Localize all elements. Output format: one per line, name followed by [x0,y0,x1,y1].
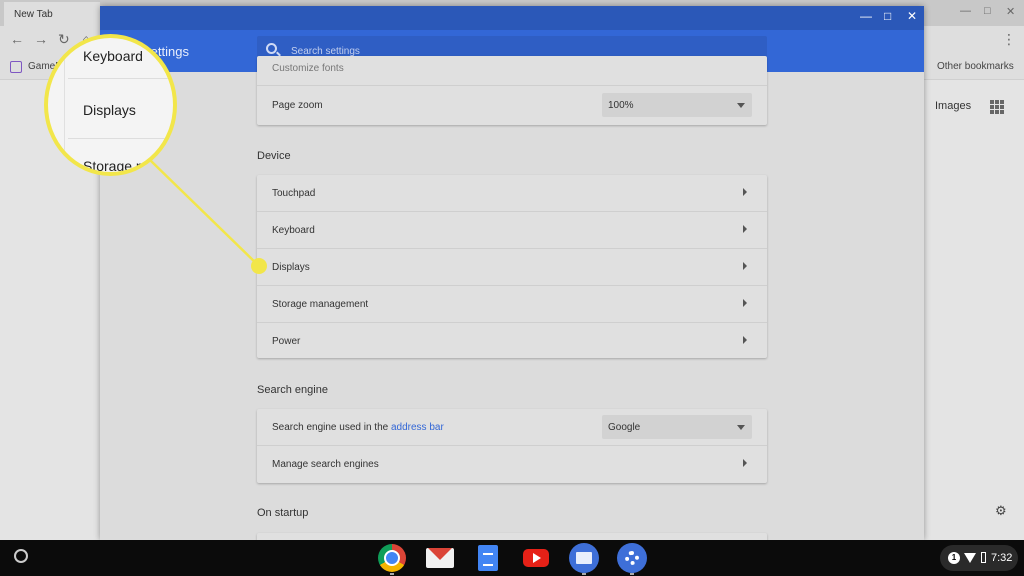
select-value: 100% [608,100,634,111]
running-indicator [390,573,394,575]
row-label: Page zoom [272,100,323,111]
chevron-down-icon [737,103,745,108]
row-label: Power [272,336,301,347]
launcher-icon[interactable] [14,549,28,563]
on-startup-section-title: On startup [257,507,309,519]
running-indicator [582,573,586,575]
chevron-right-icon [743,299,747,307]
settings-window: — □ ✕ Settings Customize fonts Page zoom… [100,6,924,540]
images-link[interactable]: Images [935,100,971,112]
row-label: Displays [272,262,310,273]
menu-icon[interactable]: ⋮ [1002,31,1016,47]
device-item-keyboard[interactable]: Keyboard [257,212,767,249]
appearance-card: Customize fonts Page zoom 100% [257,56,767,125]
on-startup-card [257,533,767,540]
maximize-icon[interactable]: □ [884,9,891,23]
divider [68,138,173,139]
settings-app[interactable] [617,543,647,575]
forward-arrow-icon[interactable]: → [34,31,48,47]
youtube-icon [523,549,549,567]
notification-badge: 1 [948,552,960,564]
back-arrow-icon[interactable]: ← [10,31,24,47]
divider [68,78,173,79]
minimize-icon[interactable]: — [860,9,872,23]
search-engine-select[interactable]: Google [602,415,752,439]
address-bar-link[interactable]: address bar [391,422,444,433]
manage-search-engines-row[interactable]: Manage search engines [257,446,767,483]
callout-item-storage: Storage m [83,158,148,174]
status-tray[interactable]: 1 7:32 [940,545,1018,571]
row-label: Search engine used in the address bar [272,422,444,433]
chevron-down-icon [737,425,745,430]
divider [64,38,65,172]
gmail-icon [426,548,454,568]
docs-icon [478,545,498,571]
close-icon[interactable]: ✕ [1006,5,1015,18]
device-item-displays[interactable]: Displays [257,249,767,286]
row-label-text: Search engine used in the [272,422,391,433]
device-item-storage[interactable]: Storage management [257,286,767,323]
chevron-right-icon [743,459,747,467]
search-icon [266,43,277,54]
maximize-icon[interactable]: □ [984,5,991,17]
page-zoom-select[interactable]: 100% [602,93,752,117]
chevron-right-icon [743,336,747,344]
chrome-icon [378,544,406,572]
battery-icon [981,552,986,563]
select-value: Google [608,422,641,433]
clock: 7:32 [991,552,1013,564]
shelf: 1 7:32 [0,540,1024,576]
callout-item-displays: Displays [83,102,136,118]
files-icon [569,543,599,573]
search-engine-section-title: Search engine [257,384,328,396]
gear-icon[interactable]: ⚙ [995,503,1007,519]
search-engine-used-row: Search engine used in the address bar Go… [257,409,767,446]
settings-titlebar: — □ ✕ [100,6,924,30]
docs-app[interactable] [473,543,503,573]
running-indicator [630,573,634,575]
chevron-right-icon [743,262,747,270]
chevron-right-icon [743,188,747,196]
gmail-app[interactable] [425,543,455,573]
settings-icon [617,543,647,573]
bookmark-favicon-icon [10,61,22,73]
close-icon[interactable]: ✕ [907,9,917,23]
files-app[interactable] [569,543,599,575]
device-item-power[interactable]: Power [257,323,767,360]
row-label: Touchpad [272,188,316,199]
chrome-app[interactable] [377,543,407,575]
customize-fonts-row[interactable]: Customize fonts [257,56,767,86]
row-label: Keyboard [272,225,315,236]
device-item-touchpad[interactable]: Touchpad [257,175,767,212]
search-engine-card: Search engine used in the address bar Go… [257,409,767,483]
apps-grid-icon[interactable] [990,100,1004,114]
device-section-title: Device [257,150,291,162]
youtube-app[interactable] [521,543,551,573]
other-bookmarks[interactable]: Other bookmarks [937,61,1014,72]
minimize-icon[interactable]: — [960,5,971,17]
page-zoom-row: Page zoom 100% [257,86,767,125]
device-card: Touchpad Keyboard Displays Storage manag… [257,175,767,358]
magnifier-callout: Keyboard Displays Storage m [44,34,177,176]
row-label: Storage management [272,299,369,310]
row-label: Manage search engines [272,459,379,470]
wifi-icon [964,553,976,563]
tab-new-tab[interactable]: New Tab [4,2,100,26]
chevron-right-icon [743,225,747,233]
callout-item-keyboard: Keyboard [83,48,143,64]
row-label: Customize fonts [272,63,344,74]
